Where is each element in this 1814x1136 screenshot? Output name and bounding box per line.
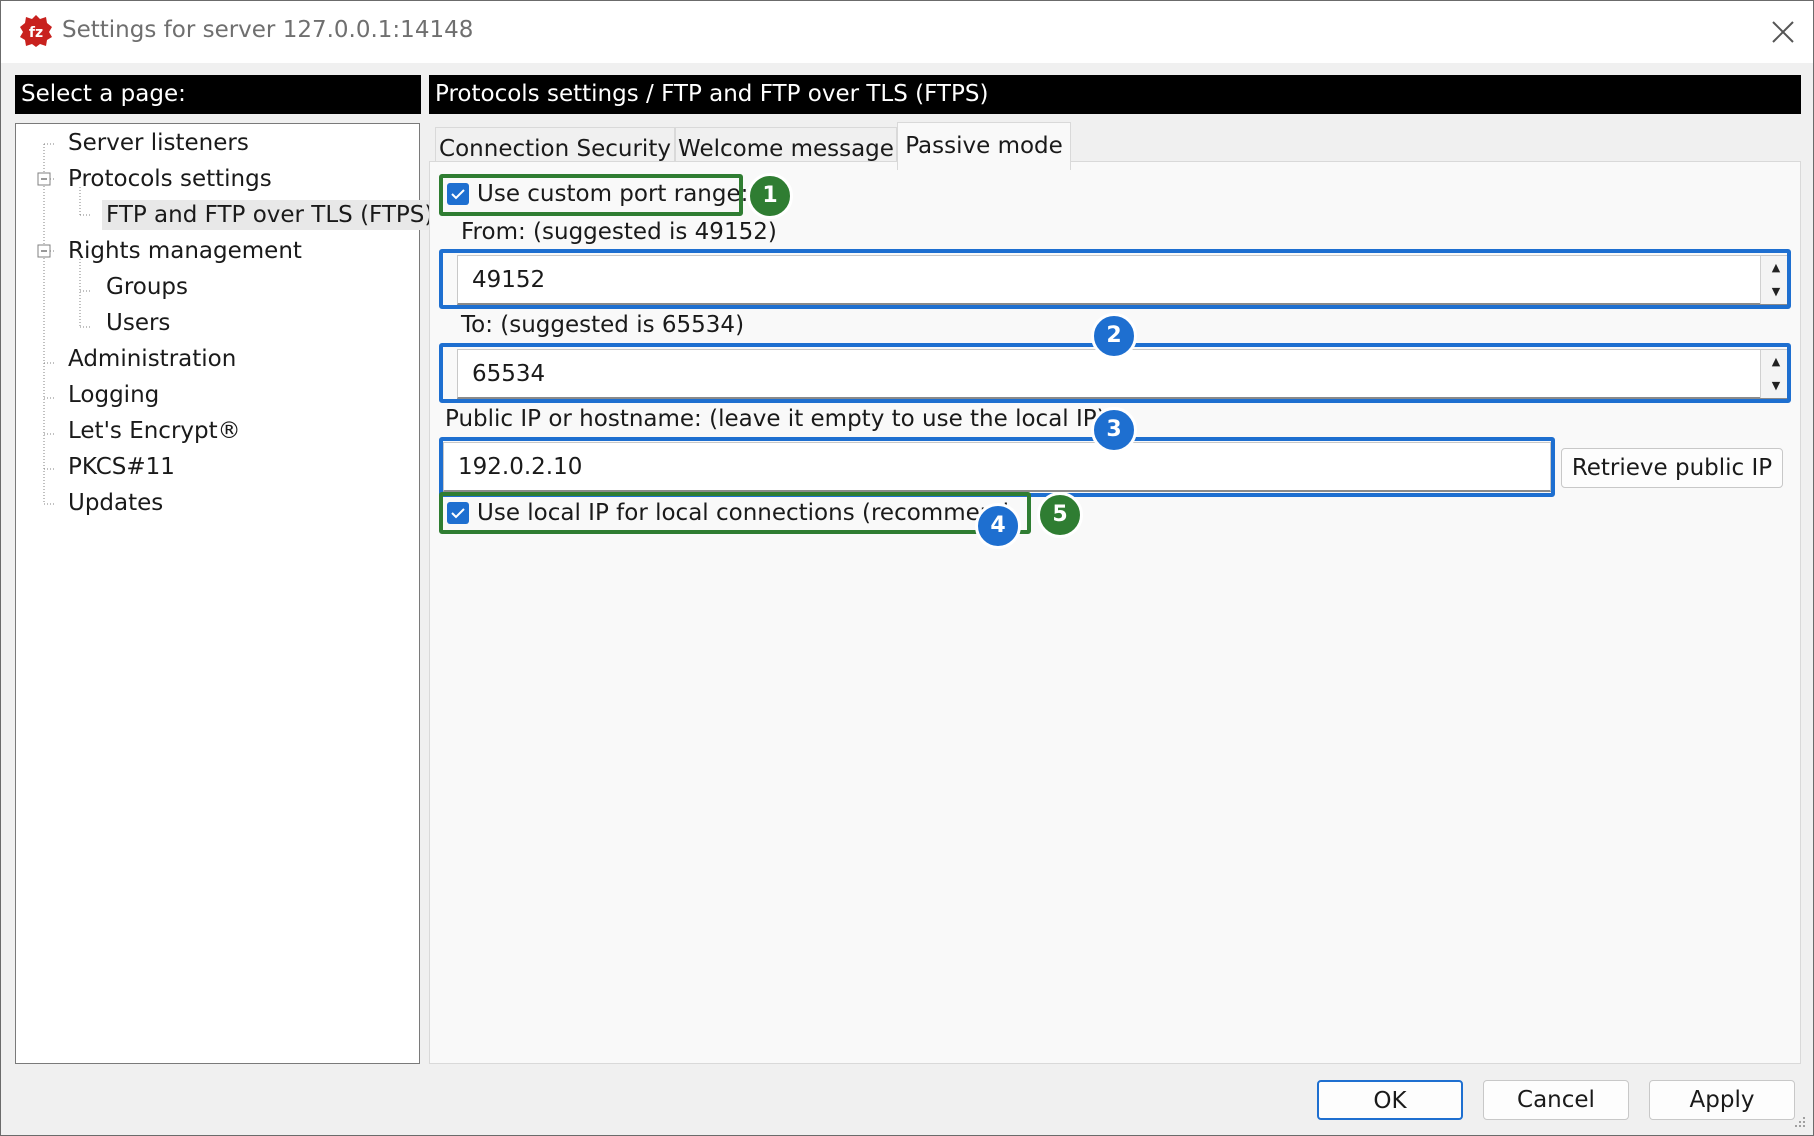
public-ip-input[interactable]: 192.0.2.10 [443, 442, 1551, 492]
apply-button[interactable]: Apply [1649, 1080, 1795, 1120]
tree-item-users[interactable]: Users [102, 308, 174, 338]
spin-down-icon[interactable]: ▼ [1761, 280, 1791, 304]
collapse-box-icon[interactable] [37, 244, 51, 258]
filezilla-logo-icon: fz [20, 15, 52, 47]
to-port-spin[interactable]: ▲ ▼ [1760, 350, 1791, 398]
annotation-badge-3: 3 [1091, 407, 1137, 453]
annotation-badge-5: 5 [1037, 492, 1083, 538]
from-port-spin[interactable]: ▲ ▼ [1760, 256, 1791, 304]
from-port-stepper[interactable]: 49152 ▲ ▼ [457, 255, 1791, 305]
from-port-value[interactable]: 49152 [472, 256, 545, 304]
from-port-label: From: (suggested is 49152) [461, 219, 777, 245]
page-select-header: Select a page: [15, 75, 421, 114]
page-title: Protocols settings / FTP and FTP over TL… [429, 75, 1801, 114]
to-port-label: To: (suggested is 65534) [461, 312, 745, 338]
settings-window: fz Settings for server 127.0.0.1:14148 S… [0, 0, 1814, 1136]
spin-up-icon[interactable]: ▲ [1761, 350, 1791, 374]
tree-item-protocols-settings[interactable]: Protocols settings [64, 164, 276, 194]
tree-item-groups[interactable]: Groups [102, 272, 192, 302]
tree-item-server-listeners[interactable]: Server listeners [64, 128, 253, 158]
tree-item-pkcs11[interactable]: PKCS#11 [64, 452, 179, 482]
tree-item-logging[interactable]: Logging [64, 380, 163, 410]
tree-item-ftp-ftps[interactable]: FTP and FTP over TLS (FTPS) [102, 200, 438, 230]
tree-item-administration[interactable]: Administration [64, 344, 240, 374]
settings-tree[interactable]: Server listeners Protocols settings FTP … [15, 123, 438, 1064]
to-port-value[interactable]: 65534 [472, 350, 545, 398]
annotation-badge-1: 1 [747, 173, 793, 219]
close-icon[interactable] [1769, 18, 1797, 46]
check-icon [451, 189, 465, 200]
resize-grip-icon[interactable] [1791, 1113, 1807, 1129]
public-ip-label: Public IP or hostname: (leave it empty t… [445, 406, 1106, 432]
spin-up-icon[interactable]: ▲ [1761, 256, 1791, 280]
custom-port-range-label[interactable]: Use custom port range: [477, 179, 748, 209]
tree-item-rights-management[interactable]: Rights management [64, 236, 306, 266]
tab-passive-mode[interactable]: Passive mode [897, 122, 1071, 170]
title-bar: fz Settings for server 127.0.0.1:14148 [1, 1, 1813, 63]
local-ip-checkbox[interactable] [447, 502, 469, 524]
collapse-box-icon[interactable] [37, 172, 51, 186]
annotation-badge-2: 2 [1091, 313, 1137, 359]
cancel-button[interactable]: Cancel [1483, 1080, 1629, 1120]
annotation-badge-4: 4 [975, 503, 1021, 549]
svg-text:fz: fz [29, 25, 43, 41]
check-icon [451, 508, 465, 519]
tree-item-lets-encrypt[interactable]: Let's Encrypt® [64, 416, 245, 446]
ok-button[interactable]: OK [1317, 1080, 1463, 1120]
spin-down-icon[interactable]: ▼ [1761, 374, 1791, 398]
local-ip-label[interactable]: Use local IP for local connections (reco… [477, 498, 1009, 528]
custom-port-range-checkbox[interactable] [447, 183, 469, 205]
window-title: Settings for server 127.0.0.1:14148 [62, 17, 474, 43]
tree-item-updates[interactable]: Updates [64, 488, 167, 518]
public-ip-value[interactable]: 192.0.2.10 [458, 443, 582, 491]
retrieve-public-ip-button[interactable]: Retrieve public IP [1561, 448, 1783, 488]
